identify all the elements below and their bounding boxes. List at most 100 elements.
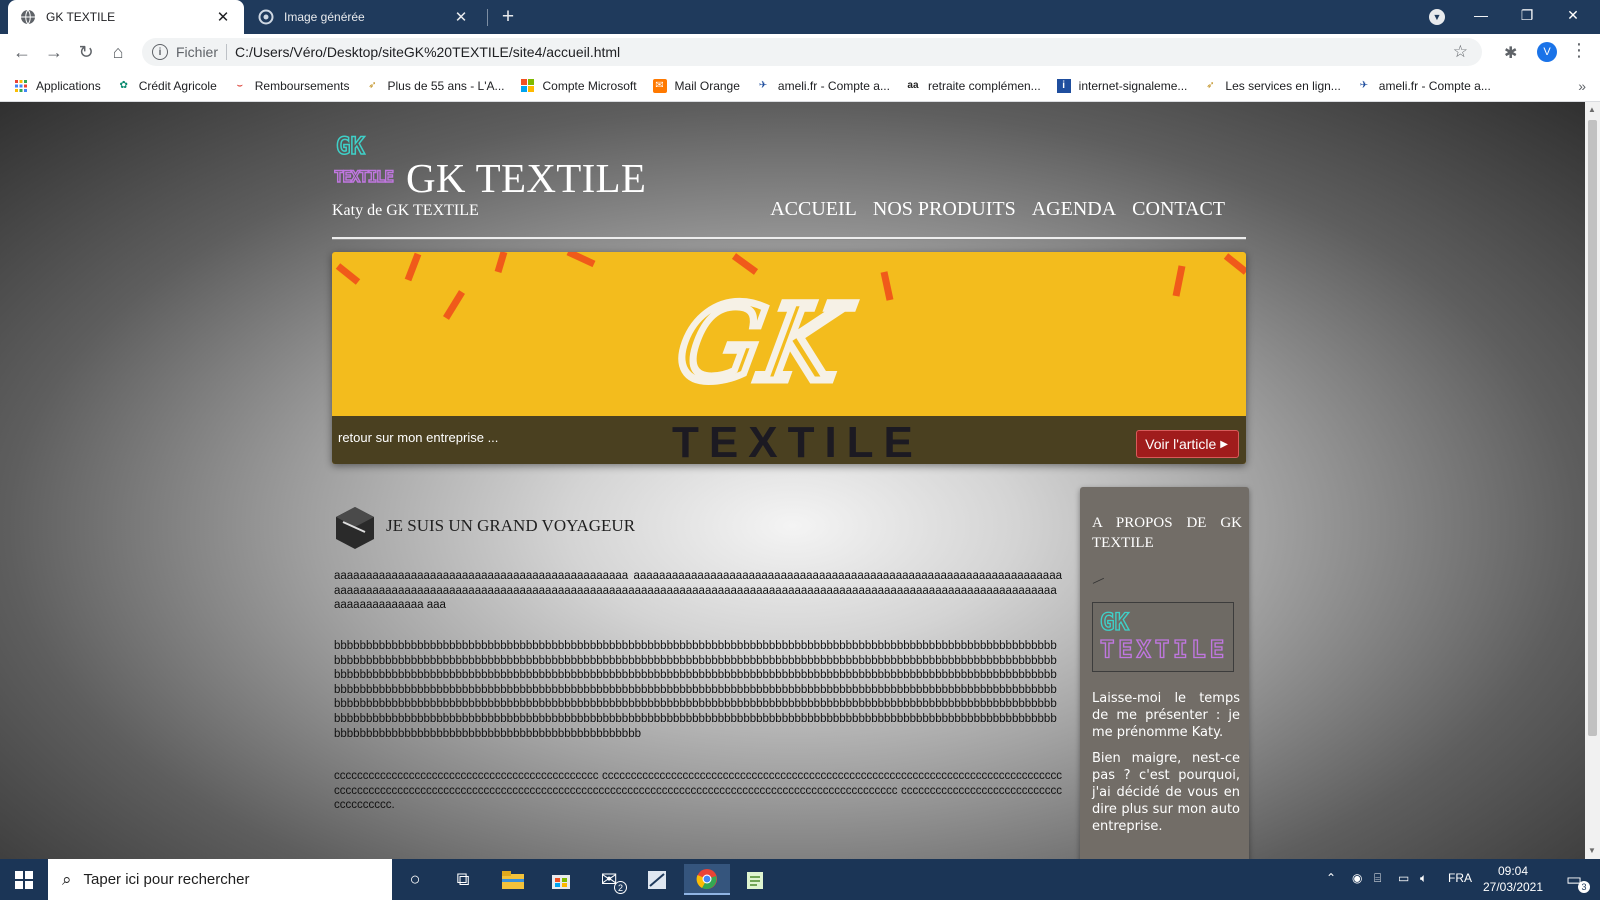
close-window-icon[interactable]: ✕ [1550, 0, 1596, 30]
windows-start-icon[interactable] [0, 859, 48, 900]
apps-grid-icon [14, 79, 28, 93]
site-info-icon[interactable]: i [152, 44, 168, 60]
banner-big-text: TEXTILE [672, 418, 923, 464]
tab-strip: GK TEXTILE ✕ Image générée ✕ + ▼ — ❐ ✕ [0, 0, 1600, 34]
bookmark-applications[interactable]: Applications [14, 79, 101, 93]
back-arrow-icon[interactable]: ← [8, 38, 36, 66]
minimize-icon[interactable]: — [1458, 0, 1504, 30]
site-favicon-icon [258, 9, 274, 25]
bookmark-retraite[interactable]: aa retraite complémen... [906, 79, 1040, 93]
network-tray-icon[interactable]: ⌸ [1374, 871, 1381, 886]
remboursements-icon: ⌣ [236, 80, 244, 91]
sidebar-paragraph-2: Bien maigre, nest-ce pas ? c'est pourquo… [1092, 751, 1240, 834]
notification-center-icon[interactable]: ▭ 3 [1554, 864, 1594, 895]
input-language-label[interactable]: FRA [1448, 871, 1472, 885]
close-tab-icon[interactable]: ✕ [214, 8, 232, 26]
bookmark-internet-signalement[interactable]: i internet-signaleme... [1056, 78, 1188, 93]
reload-icon[interactable]: ↻ [72, 38, 100, 66]
mail-badge: 2 [614, 881, 627, 894]
bookmark-ameli-1[interactable]: ✈ ameli.fr - Compte a... [756, 79, 890, 93]
kebab-menu-icon[interactable]: ⋮ [1570, 40, 1588, 61]
microsoft-icon [521, 79, 535, 93]
sidebar-text: Laisse-moi le temps de me présenter : je… [1092, 690, 1240, 844]
microsoft-store-icon[interactable] [538, 864, 584, 895]
tab-gk-textile[interactable]: GK TEXTILE ✕ [8, 0, 244, 34]
bookmark-credit-agricole[interactable]: ✿ Crédit Agricole [117, 79, 217, 93]
search-icon: ⌕ [62, 869, 72, 889]
bookmark-label: internet-signaleme... [1078, 78, 1188, 93]
close-tab-icon[interactable]: ✕ [452, 8, 470, 26]
home-icon[interactable]: ⌂ [104, 38, 132, 66]
address-scheme-label: Fichier [176, 44, 219, 60]
address-url[interactable]: C:/Users/Véro/Desktop/siteGK%20TEXTILE/s… [235, 44, 620, 60]
sidebar-title: A PROPOS DE GK TEXTILE [1092, 515, 1242, 551]
notepad-icon[interactable] [732, 864, 778, 895]
mail-orange-icon: ✉ [652, 78, 667, 93]
retraite-icon: aa [907, 80, 919, 91]
cortana-circle-icon[interactable]: ○ [392, 864, 438, 895]
bookmark-label: Remboursements [254, 78, 350, 93]
bookmark-mail-orange[interactable]: ✉ Mail Orange [652, 78, 740, 93]
globe-icon [20, 9, 36, 25]
scroll-up-arrow-icon[interactable]: ▲ [1588, 105, 1596, 114]
clock-date: 27/03/2021 [1482, 880, 1544, 894]
file-explorer-icon[interactable] [490, 864, 536, 895]
credit-agricole-icon: ✿ [119, 80, 128, 91]
site-navigation: ACCUEIL NOS PRODUITS AGENDA CONTACT [770, 198, 1225, 221]
address-separator [226, 44, 228, 60]
caret-right-icon: ▶ [1220, 438, 1228, 450]
taskbar-search-placeholder: Taper ici pour rechercher [83, 871, 250, 888]
taskbar-search-input[interactable]: ⌕ Taper ici pour rechercher [48, 859, 392, 900]
bookmark-plus-55[interactable]: ➶ Plus de 55 ans - L'A... [365, 79, 504, 93]
bookmark-label: Les services en lign... [1225, 78, 1341, 93]
tab-separator [487, 9, 488, 26]
forward-arrow-icon[interactable]: → [40, 38, 68, 66]
bookmark-compte-microsoft[interactable]: Compte Microsoft [521, 79, 637, 93]
restore-icon[interactable]: ❐ [1504, 0, 1550, 30]
camera-tray-icon[interactable]: ◉ [1352, 871, 1362, 885]
photo-app-icon[interactable] [634, 864, 680, 895]
clock-time: 09:04 [1497, 864, 1529, 878]
svg-text:TEXTILE: TEXTILE [334, 167, 394, 186]
read-article-button[interactable]: Voir l'article ▶ [1136, 430, 1239, 458]
mail-icon[interactable]: ✉ 2 [586, 864, 632, 895]
article-paragraph-a: aaaaaaaaaaaaaaaaaaaaaaaaaaaaaaaaaaaaaaaa… [334, 570, 1062, 612]
banner-script-text: GK [668, 283, 859, 406]
site-logo-image[interactable]: GK TEXTILE [334, 132, 394, 188]
taskbar-clock[interactable]: 09:04 27/03/2021 [1478, 863, 1548, 895]
sidebar-logo-image: GK TEXTILE [1092, 602, 1234, 672]
bookmark-label: Crédit Agricole [138, 78, 217, 93]
new-tab-plus-icon[interactable]: + [494, 4, 522, 30]
nav-accueil[interactable]: ACCUEIL [770, 198, 857, 221]
nav-agenda[interactable]: AGENDA [1032, 198, 1116, 221]
read-article-label: Voir l'article [1145, 436, 1217, 452]
tab-title: Image générée [284, 10, 365, 24]
profile-avatar[interactable]: V [1537, 42, 1557, 62]
nav-nos-produits[interactable]: NOS PRODUITS [873, 198, 1016, 221]
tab-search-dropdown-icon[interactable]: ▼ [1429, 9, 1445, 25]
task-view-icon[interactable]: ⧉ [440, 864, 486, 895]
volume-icon[interactable]: 🔈︎ [1420, 871, 1427, 886]
tab-title: GK TEXTILE [46, 10, 116, 24]
svg-text:GK: GK [1100, 607, 1130, 636]
bookmark-star-icon[interactable]: ☆ [1453, 42, 1468, 62]
nav-contact[interactable]: CONTACT [1132, 198, 1225, 221]
show-hidden-icons-chevron-icon[interactable]: ⌃ [1326, 871, 1336, 885]
bookmark-ameli-2[interactable]: ✈ ameli.fr - Compte a... [1357, 79, 1491, 93]
page-scrollbar[interactable]: ▲ ▼ [1585, 102, 1600, 859]
scroll-down-arrow-icon[interactable]: ▼ [1588, 846, 1596, 855]
address-bar[interactable]: i Fichier C:/Users/Véro/Desktop/siteGK%2… [142, 38, 1482, 66]
bookmark-remboursements[interactable]: ⌣ Remboursements [233, 78, 350, 93]
extensions-puzzle-icon[interactable]: ✱ [1504, 43, 1517, 63]
ameli-icon: ✈ [1359, 80, 1368, 91]
internet-signalement-icon: i [1056, 78, 1071, 93]
scrollbar-thumb[interactable] [1588, 120, 1597, 736]
sidebar-paragraph-1: Laisse-moi le temps de me présenter : je… [1092, 691, 1240, 740]
bookmark-services-en-ligne[interactable]: ➶ Les services en lign... [1203, 78, 1341, 93]
display-tray-icon[interactable]: ▭ [1398, 871, 1409, 885]
chrome-icon[interactable] [684, 864, 730, 895]
bookmark-label: Plus de 55 ans - L'A... [387, 78, 505, 93]
tab-image-generee[interactable]: Image générée ✕ [246, 0, 482, 34]
more-bookmarks-icon[interactable]: » [1578, 78, 1586, 94]
banner-caption-bar: retour sur mon entreprise ... TEXTILE Vo… [332, 416, 1246, 464]
